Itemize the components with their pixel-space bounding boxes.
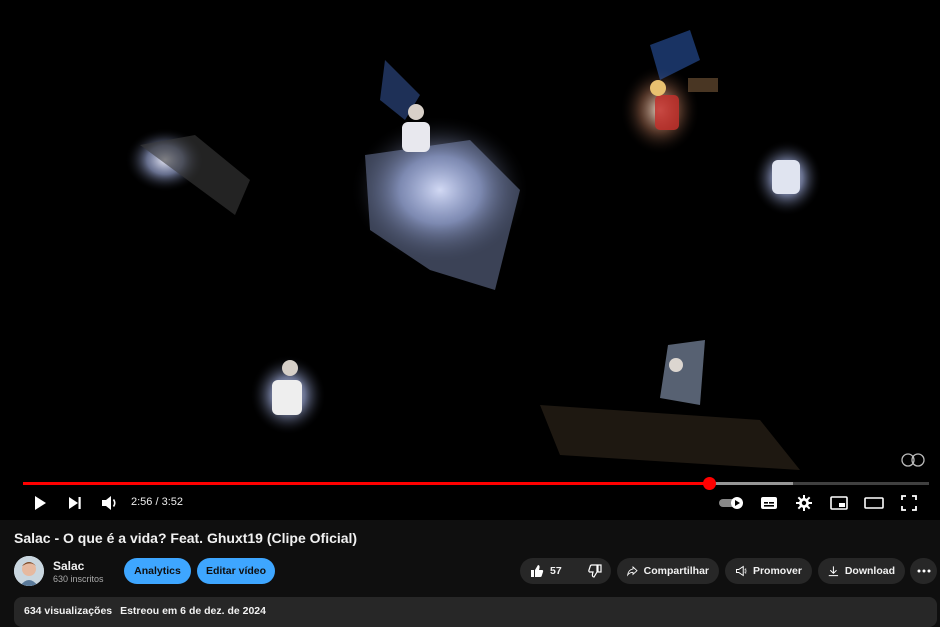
promote-button[interactable]: Promover xyxy=(725,558,812,584)
autoplay-toggle-icon xyxy=(719,497,743,509)
video-title: Salac - O que é a vida? Feat. Ghuxt19 (C… xyxy=(14,530,358,546)
megaphone-icon xyxy=(736,565,747,577)
thumbs-up-icon xyxy=(531,565,544,577)
play-button[interactable] xyxy=(28,488,52,518)
view-count: 634 visualizações xyxy=(24,605,113,617)
thumbs-down-icon xyxy=(587,564,602,578)
share-label: Compartilhar xyxy=(643,565,709,577)
channel-avatar[interactable] xyxy=(14,556,44,586)
volume-icon xyxy=(102,496,116,510)
more-actions-button[interactable] xyxy=(910,558,937,584)
current-time: 2:56 xyxy=(131,496,153,508)
autoplay-toggle[interactable] xyxy=(717,488,747,518)
video-player[interactable]: 2:56 / 3:52 xyxy=(0,0,940,520)
like-count: 57 xyxy=(550,565,562,577)
channel-name[interactable]: Salac xyxy=(53,559,84,573)
settings-button[interactable] xyxy=(792,488,816,518)
skip-next-icon xyxy=(69,497,81,509)
miniplayer-icon xyxy=(830,496,848,510)
subscriber-count: 630 inscritos xyxy=(53,574,104,584)
edit-video-button[interactable]: Editar vídeo xyxy=(197,558,275,584)
volume-button[interactable] xyxy=(98,488,122,518)
subtitles-button[interactable] xyxy=(757,488,781,518)
fullscreen-icon xyxy=(901,495,917,511)
promote-label: Promover xyxy=(752,565,802,577)
analytics-button[interactable]: Analytics xyxy=(124,558,191,584)
progress-bar[interactable] xyxy=(23,477,929,490)
played-bar xyxy=(23,482,709,485)
dislike-button[interactable] xyxy=(587,564,602,578)
more-horizontal-icon xyxy=(917,569,930,573)
theater-mode-icon xyxy=(864,497,884,509)
share-icon xyxy=(627,566,638,577)
theater-mode-button[interactable] xyxy=(862,488,886,518)
next-button[interactable] xyxy=(63,488,87,518)
download-label: Download xyxy=(844,565,895,577)
subtitles-icon xyxy=(761,497,777,509)
miniplayer-button[interactable] xyxy=(827,488,851,518)
like-dislike-group: 57 xyxy=(520,558,611,584)
player-controls: 2:56 / 3:52 xyxy=(0,488,940,518)
share-button[interactable]: Compartilhar xyxy=(617,558,719,584)
play-icon xyxy=(35,496,46,510)
video-frame xyxy=(0,0,940,520)
avatar-image xyxy=(14,556,44,586)
duration: 3:52 xyxy=(161,496,184,508)
gear-icon xyxy=(796,495,812,511)
description-box[interactable]: 634 visualizações Estreou em 6 de dez. d… xyxy=(14,597,937,627)
description-meta: 634 visualizações Estreou em 6 de dez. d… xyxy=(24,605,266,617)
premiere-date: Estreou em 6 de dez. de 2024 xyxy=(120,605,266,617)
time-separator: / xyxy=(152,496,162,508)
like-button[interactable]: 57 xyxy=(530,564,562,578)
download-icon xyxy=(828,566,839,577)
fullscreen-button[interactable] xyxy=(897,488,921,518)
download-button[interactable]: Download xyxy=(818,558,905,584)
time-display: 2:56 / 3:52 xyxy=(131,496,183,508)
channel-watermark-icon[interactable] xyxy=(899,451,927,474)
